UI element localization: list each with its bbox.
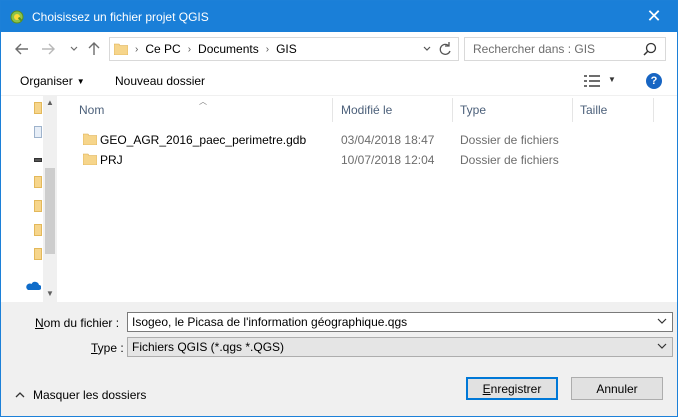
sort-ascending-icon: ︿ — [199, 97, 207, 106]
up-button[interactable] — [85, 40, 103, 58]
type-label: Type : — [91, 341, 124, 355]
window-title: Choisissez un fichier projet QGIS — [32, 9, 209, 24]
nav-folder-icon[interactable] — [34, 224, 42, 236]
arrow-right-icon — [42, 43, 55, 55]
breadcrumb-separator: › — [135, 43, 139, 55]
file-type-value: Fichiers QGIS (*.qgs *.QGS) — [132, 340, 285, 354]
file-modified: 03/04/2018 18:47 — [341, 133, 435, 147]
search-icon — [643, 42, 657, 56]
file-name: PRJ — [100, 153, 123, 167]
breadcrumb-separator[interactable]: › — [266, 44, 269, 55]
chevron-down-icon — [70, 46, 78, 51]
nav-folder-icon[interactable] — [34, 200, 42, 212]
caret-down-icon[interactable]: ▼ — [608, 75, 616, 84]
column-size[interactable]: Taille — [580, 96, 607, 124]
back-button[interactable] — [13, 40, 31, 58]
column-separator[interactable] — [572, 98, 573, 122]
nav-drive-icon[interactable] — [34, 158, 42, 162]
arrow-up-icon — [88, 42, 100, 55]
onedrive-icon[interactable] — [25, 281, 41, 291]
file-row[interactable]: PRJ 10/07/2018 12:04 Dossier de fichiers — [57, 150, 677, 170]
file-type: Dossier de fichiers — [460, 133, 559, 147]
column-size-label: Taille — [580, 103, 608, 117]
chevron-down-icon[interactable] — [657, 342, 667, 350]
column-type-label: Type — [460, 103, 487, 117]
chevron-down-icon[interactable] — [657, 317, 667, 325]
organize-label: Organiser — [20, 74, 73, 88]
refresh-icon[interactable] — [438, 40, 452, 58]
file-type: Dossier de fichiers — [460, 153, 559, 167]
breadcrumb-separator[interactable]: › — [188, 44, 191, 55]
cancel-label: Annuler — [596, 381, 638, 396]
column-separator[interactable] — [452, 98, 453, 122]
filename-field[interactable]: Isogeo, le Picasa de l'information géogr… — [127, 312, 673, 332]
save-button[interactable]: Enregistrer — [466, 377, 558, 400]
save-file-dialog: Choisissez un fichier projet QGIS ✕ › Ce… — [0, 0, 678, 417]
column-separator[interactable] — [332, 98, 333, 122]
search-input[interactable]: Rechercher dans : GIS — [464, 37, 666, 61]
nav-document-icon[interactable] — [34, 126, 42, 138]
hide-folders-toggle[interactable]: Masquer les dossiers — [15, 388, 146, 402]
scrollbar-thumb[interactable] — [45, 168, 55, 254]
chevron-down-icon[interactable] — [423, 42, 431, 56]
file-list: ︿ Nom Modifié le Type Taille GEO_AGR_201… — [57, 96, 677, 302]
help-button[interactable]: ? — [646, 73, 662, 89]
organize-button[interactable]: Organiser ▼ — [20, 74, 85, 88]
file-type-select[interactable]: Fichiers QGIS (*.qgs *.QGS) — [127, 337, 673, 357]
view-options-icon[interactable] — [584, 75, 600, 87]
file-modified: 10/07/2018 12:04 — [341, 153, 435, 167]
column-name-label: Nom — [79, 103, 105, 117]
new-folder-label: Nouveau dossier — [115, 74, 206, 88]
column-modified-label: Modifié le — [341, 103, 393, 117]
filename-label: Nom du fichier : — [35, 316, 120, 330]
breadcrumb-documents[interactable]: Documents — [198, 42, 259, 56]
folder-icon — [83, 133, 97, 145]
nav-folder-icon[interactable] — [34, 176, 42, 188]
recent-locations-button[interactable] — [65, 40, 83, 58]
new-folder-button[interactable]: Nouveau dossier — [115, 74, 205, 88]
file-row[interactable]: GEO_AGR_2016_paec_perimetre.gdb 03/04/20… — [57, 130, 677, 150]
scroll-up-icon[interactable]: ▲ — [46, 98, 54, 107]
forward-button[interactable] — [39, 40, 57, 58]
column-type[interactable]: Type — [460, 96, 486, 124]
nav-folder-icon[interactable] — [34, 102, 42, 114]
file-name: GEO_AGR_2016_paec_perimetre.gdb — [100, 133, 307, 147]
cancel-button[interactable]: Annuler — [571, 377, 663, 400]
column-name[interactable]: Nom — [79, 96, 104, 124]
column-modified[interactable]: Modifié le — [341, 96, 392, 124]
nav-folder-icon[interactable] — [34, 248, 42, 260]
column-separator[interactable] — [653, 98, 654, 122]
title-bar: Choisissez un fichier projet QGIS ✕ — [1, 1, 677, 32]
address-bar[interactable]: › Ce PC › Documents › GIS — [109, 37, 459, 61]
folder-icon — [83, 153, 97, 165]
navigation-scrollbar[interactable]: ▲ ▼ — [43, 96, 57, 302]
toolbar: Organiser ▼ Nouveau dossier ▼ ? — [1, 66, 677, 96]
help-icon: ? — [650, 75, 658, 87]
chevron-up-icon — [15, 392, 25, 398]
close-icon: ✕ — [646, 6, 662, 26]
save-form: Nom du fichier : Isogeo, le Picasa de l'… — [1, 302, 677, 416]
save-label: Enregistrer — [482, 381, 542, 396]
folder-icon — [114, 43, 128, 55]
hide-folders-label: Masquer les dossiers — [33, 388, 147, 402]
arrow-left-icon — [15, 43, 28, 55]
breadcrumb-ce-pc[interactable]: Ce PC — [145, 42, 180, 56]
search-placeholder: Rechercher dans : GIS — [473, 42, 596, 56]
navigation-bar: › Ce PC › Documents › GIS Rechercher dan… — [1, 32, 677, 66]
caret-down-icon: ▼ — [76, 77, 85, 86]
filename-value: Isogeo, le Picasa de l'information géogr… — [132, 315, 408, 329]
breadcrumb-gis[interactable]: GIS — [276, 42, 297, 56]
scroll-down-icon[interactable]: ▼ — [46, 289, 54, 298]
close-button[interactable]: ✕ — [631, 1, 677, 32]
qgis-logo-icon — [10, 10, 24, 23]
